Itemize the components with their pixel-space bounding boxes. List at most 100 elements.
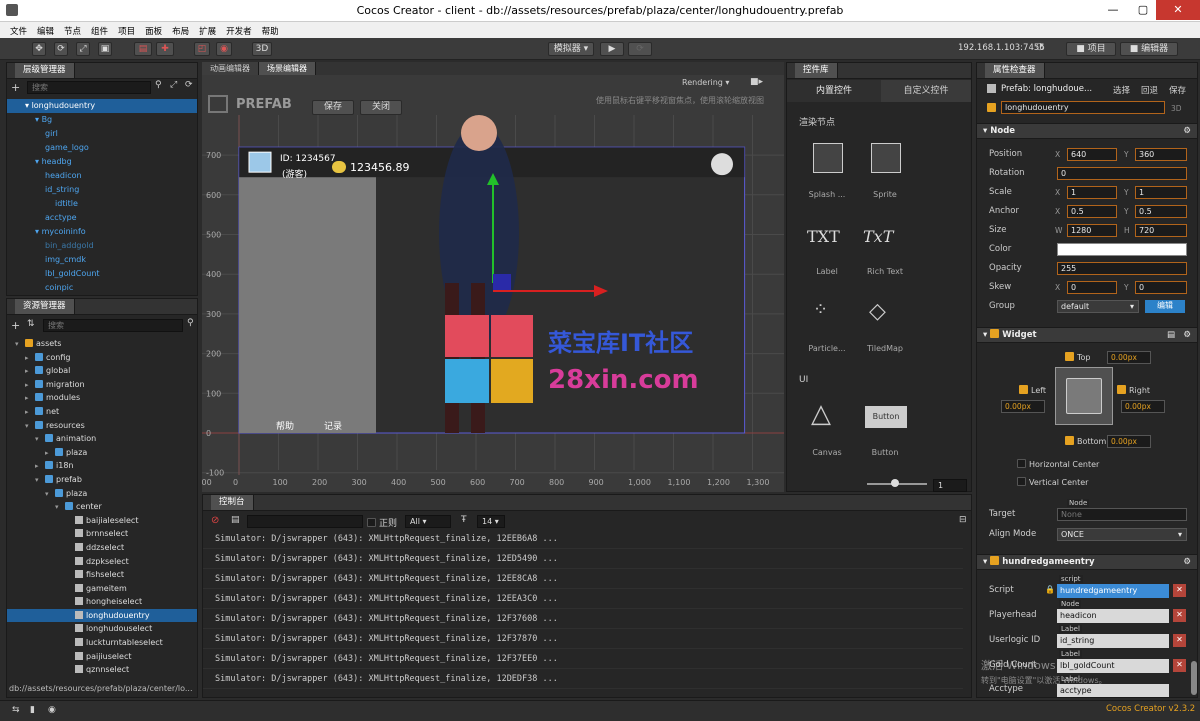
chevron-right-icon[interactable]: ▸: [25, 365, 35, 379]
record-label[interactable]: 记录: [324, 419, 342, 432]
chevron-down-icon[interactable]: ▾: [55, 501, 65, 515]
script-enabled-check[interactable]: [990, 556, 1000, 565]
simulator-select[interactable]: 模拟器 ▾: [548, 42, 594, 56]
hierarchy-node[interactable]: headicon: [7, 169, 197, 183]
anchor-x-input[interactable]: 0.5: [1067, 205, 1117, 218]
tab-custom[interactable]: 自定义控件: [881, 80, 971, 102]
save-prefab-button[interactable]: 保存: [1169, 84, 1186, 96]
save-button[interactable]: 保存: [312, 100, 354, 115]
left-value-input[interactable]: 0.00px: [1001, 400, 1045, 413]
widget-section[interactable]: ▾ Widget ▤ ⚙: [977, 327, 1197, 343]
position-y-input[interactable]: 360: [1135, 148, 1187, 161]
asset-item[interactable]: ▾ plaza: [7, 487, 197, 501]
tab-builtin[interactable]: 内置控件: [787, 80, 881, 102]
regex-checkbox[interactable]: 正则: [367, 516, 397, 529]
asset-item[interactable]: ▾ animation: [7, 432, 197, 446]
widget-right[interactable]: Right: [1117, 385, 1150, 395]
menu-item[interactable]: 布局: [172, 25, 189, 37]
asset-item[interactable]: paijiuselect: [7, 650, 197, 664]
gear-icon[interactable]: ⚙: [1183, 124, 1191, 139]
button-icon[interactable]: Button: [865, 406, 907, 428]
regex-check[interactable]: [367, 518, 376, 527]
hcenter-check[interactable]: [1017, 459, 1026, 468]
right-check[interactable]: [1117, 385, 1126, 394]
log-file-icon[interactable]: ▤: [231, 515, 240, 525]
bottom-value-input[interactable]: 0.00px: [1107, 435, 1151, 448]
log-level-select[interactable]: All ▾: [405, 515, 451, 528]
asset-item[interactable]: ▾ prefab: [7, 473, 197, 487]
acctype-ref[interactable]: acctype: [1057, 684, 1169, 697]
hierarchy-node[interactable]: ▾ mycoininfo: [7, 225, 197, 239]
chevron-right-icon[interactable]: ▸: [25, 352, 35, 366]
menu-item[interactable]: 开发者: [226, 25, 252, 37]
menu-item[interactable]: 文件: [10, 25, 27, 37]
asset-item[interactable]: ▸ config: [7, 351, 197, 365]
hierarchy-node[interactable]: ▾ longhudouentry: [7, 99, 197, 113]
menu-item[interactable]: 帮助: [262, 25, 279, 37]
group-select[interactable]: default ▾: [1057, 300, 1139, 313]
gold-ref[interactable]: lbl_goldCount: [1057, 659, 1169, 673]
asset-item[interactable]: longhudouselect: [7, 622, 197, 636]
chevron-down-icon[interactable]: ▾: [45, 488, 55, 502]
gizmo-pivot-button[interactable]: ▤: [134, 42, 152, 56]
scale-tool-button[interactable]: ⤢: [76, 42, 90, 56]
skew-y-input[interactable]: 0: [1135, 281, 1187, 294]
asset-item[interactable]: ▸ global: [7, 364, 197, 378]
playerhead-clear-button[interactable]: ✕: [1173, 609, 1186, 622]
hierarchy-node[interactable]: acctype: [7, 211, 197, 225]
asset-item[interactable]: baijialeselect: [7, 514, 197, 528]
menu-item[interactable]: 节点: [64, 25, 81, 37]
trash-icon[interactable]: ▮: [30, 705, 35, 715]
hierarchy-node[interactable]: coinpic: [7, 281, 197, 295]
asset-item[interactable]: hongheiselect: [7, 595, 197, 609]
asset-item[interactable]: ▸ modules: [7, 391, 197, 405]
asset-item[interactable]: ▸ plaza: [7, 446, 197, 460]
hierarchy-node[interactable]: girl: [7, 127, 197, 141]
scale-y-input[interactable]: 1: [1135, 186, 1187, 199]
chevron-right-icon[interactable]: ▸: [25, 392, 35, 406]
userlogic-ref[interactable]: id_string: [1057, 634, 1169, 648]
target-input[interactable]: None: [1057, 508, 1187, 521]
hierarchy-tab[interactable]: 层级管理器: [15, 63, 75, 78]
userlogic-clear-button[interactable]: ✕: [1173, 634, 1186, 647]
hierarchy-node[interactable]: ▾ headbg: [7, 155, 197, 169]
align-mode-select[interactable]: ONCE ▾: [1057, 528, 1187, 541]
console-filter-input[interactable]: [247, 515, 363, 528]
inspector-tab[interactable]: 属性检查器: [985, 63, 1045, 78]
node-active-checkbox[interactable]: [987, 103, 999, 114]
hierarchy-node[interactable]: lbl_goldCount: [7, 267, 197, 281]
refresh-icon[interactable]: ⟳: [185, 80, 193, 90]
project-button[interactable]: ■ 项目: [1066, 42, 1116, 56]
hierarchy-search-input[interactable]: 搜索: [27, 81, 151, 94]
add-asset-icon[interactable]: +: [11, 319, 20, 332]
size-h-input[interactable]: 720: [1135, 224, 1187, 237]
console-tab[interactable]: 控制台: [211, 495, 254, 510]
asset-item[interactable]: qznnselect: [7, 663, 197, 677]
chevron-right-icon[interactable]: ▸: [35, 460, 45, 474]
node-section[interactable]: ▾ Node ⚙: [977, 123, 1197, 139]
asset-item[interactable]: ddzselect: [7, 541, 197, 555]
library-tab[interactable]: 控件库: [795, 63, 838, 78]
widget-enabled-check[interactable]: [990, 329, 1000, 338]
node-active-check[interactable]: [987, 103, 996, 112]
vcenter-check[interactable]: [1017, 477, 1026, 486]
asset-item[interactable]: ▸ net: [7, 405, 197, 419]
script-clear-button[interactable]: ✕: [1173, 584, 1186, 597]
hierarchy-node[interactable]: ▾ Bg: [7, 113, 197, 127]
menu-item[interactable]: 项目: [118, 25, 135, 37]
anchor-y-input[interactable]: 0.5: [1135, 205, 1187, 218]
gear-icon[interactable]: ⚙: [1183, 555, 1191, 570]
asset-item[interactable]: brnnselect: [7, 527, 197, 541]
asset-item[interactable]: ▾ resources: [7, 419, 197, 433]
hierarchy-node[interactable]: idtitle: [7, 197, 197, 211]
top-value-input[interactable]: 0.00px: [1107, 351, 1151, 364]
menu-item[interactable]: 扩展: [199, 25, 216, 37]
asset-item[interactable]: gameitem: [7, 582, 197, 596]
play-button[interactable]: ▶: [600, 42, 624, 56]
asset-item[interactable]: ▾ assets: [7, 337, 197, 351]
move-tool-button[interactable]: ✥: [32, 42, 46, 56]
assets-tab[interactable]: 资源管理器: [15, 299, 75, 314]
menu-item[interactable]: 编辑: [37, 25, 54, 37]
rect-tool-button[interactable]: ▣: [98, 42, 112, 56]
gear-icon[interactable]: ⚙: [1183, 328, 1191, 343]
